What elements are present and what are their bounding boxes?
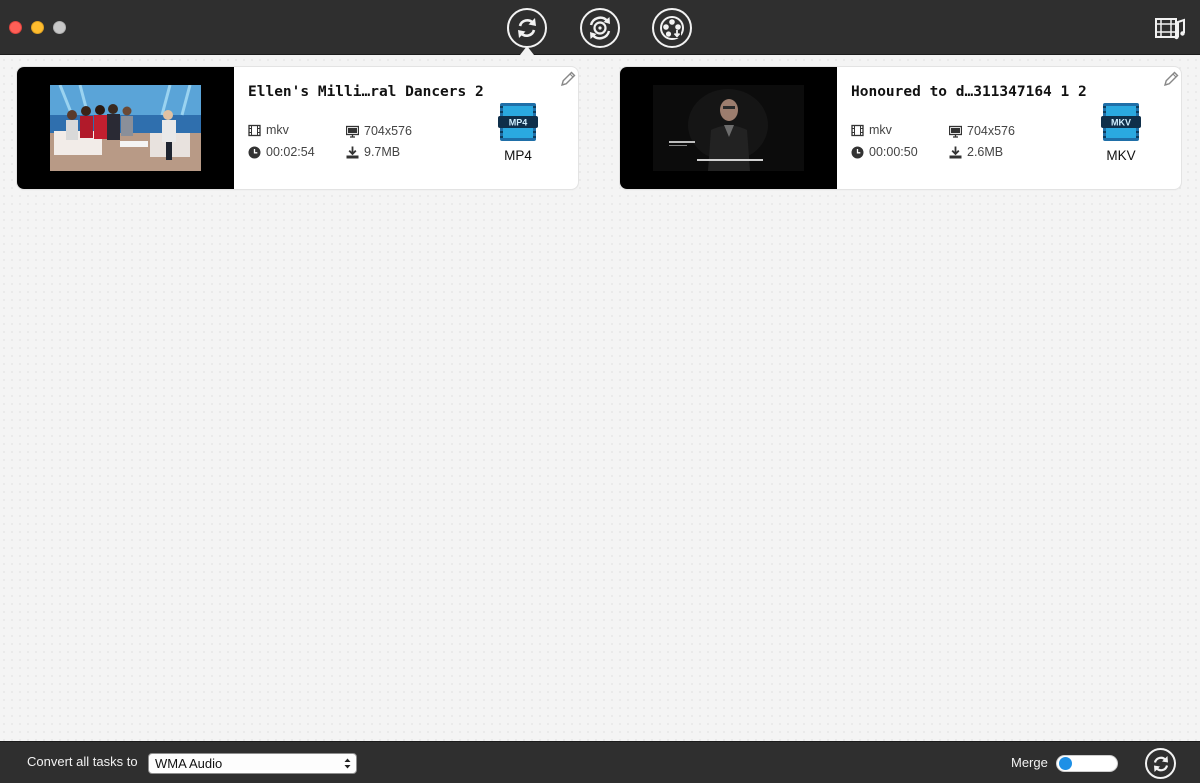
convert-all-label: Convert all tasks to	[27, 754, 138, 769]
mp4-format-icon: MP4	[498, 103, 538, 141]
bottom-bar: Convert all tasks to WMA Audio Merge	[0, 741, 1200, 783]
task-title: Honoured to d…311347164 1 2	[851, 84, 1087, 100]
window-zoom-button[interactable]	[53, 21, 66, 34]
film-strip-icon	[851, 124, 864, 136]
target-format-value: WMA Audio	[155, 756, 223, 771]
file-size-value: 2.6MB	[967, 145, 1004, 159]
mkv-format-icon: MKV	[1101, 103, 1141, 141]
clock-icon	[851, 146, 864, 158]
monitor-icon	[346, 125, 359, 138]
target-format-select[interactable]: WMA Audio	[148, 753, 357, 774]
source-format: mkv	[248, 123, 289, 137]
interview-image: ​	[653, 85, 804, 171]
output-format-label: MP4	[504, 148, 532, 163]
output-format-label: MKV	[1106, 148, 1136, 163]
resolution: 704x576	[949, 124, 1015, 138]
disc-rotate-icon	[589, 16, 611, 40]
convert-tab-button[interactable]	[507, 8, 547, 48]
task-title: Ellen's Milli…ral Dancers 2	[248, 84, 484, 100]
file-size: 9.7MB	[346, 145, 400, 159]
window-minimize-button[interactable]	[31, 21, 44, 34]
convert-arrows-icon	[1153, 755, 1168, 772]
clock-icon	[248, 146, 261, 158]
mp4-badge-text: MP4	[509, 118, 528, 128]
select-arrows-icon	[344, 758, 351, 769]
merge-label: Merge	[1011, 755, 1048, 770]
merge-toggle[interactable]	[1056, 755, 1118, 772]
film-strip-icon	[248, 124, 261, 136]
download-icon	[346, 146, 359, 158]
output-format-selector[interactable]: MKV MKV	[1101, 103, 1141, 163]
file-size: 2.6MB	[949, 145, 1003, 159]
film-reel-download-icon	[660, 16, 684, 40]
task-list: Ellen's Milli…ral Dancers 2 mkv 704x576 …	[0, 56, 1200, 741]
file-size-value: 9.7MB	[364, 145, 401, 159]
media-browser-icon[interactable]	[1154, 15, 1186, 41]
source-format-value: mkv	[869, 123, 892, 137]
download-tab-button[interactable]	[652, 8, 692, 48]
source-format: mkv	[851, 123, 892, 137]
output-format-selector[interactable]: MP4 MP4	[498, 103, 538, 163]
duration: 00:00:50	[851, 145, 918, 159]
resolution-value: 704x576	[364, 124, 412, 138]
disc-rip-tab-button[interactable]	[580, 8, 620, 48]
download-icon	[949, 146, 962, 158]
monitor-icon	[949, 125, 962, 138]
window-close-button[interactable]	[9, 21, 22, 34]
video-thumbnail[interactable]: ​	[620, 67, 837, 189]
duration: 00:02:54	[248, 145, 315, 159]
duration-value: 00:00:50	[869, 145, 918, 159]
mkv-badge-text: MKV	[1111, 118, 1131, 128]
resolution-value: 704x576	[967, 124, 1015, 138]
duration-value: 00:02:54	[266, 145, 315, 159]
toolbar	[0, 0, 1200, 55]
task-card[interactable]: Ellen's Milli…ral Dancers 2 mkv 704x576 …	[17, 67, 578, 189]
task-card[interactable]: ​ Honoured to d…311347164 1 2 mkv 704x57…	[620, 67, 1181, 189]
edit-pencil-icon[interactable]	[559, 70, 577, 88]
talk-show-stage-image	[50, 85, 201, 171]
resolution: 704x576	[346, 124, 412, 138]
video-thumbnail[interactable]	[17, 67, 234, 189]
merge-toggle-knob	[1059, 757, 1072, 770]
edit-pencil-icon[interactable]	[1162, 70, 1180, 88]
start-convert-button[interactable]	[1145, 748, 1176, 779]
source-format-value: mkv	[266, 123, 289, 137]
convert-arrows-icon	[518, 18, 536, 38]
active-tab-indicator	[520, 46, 534, 55]
